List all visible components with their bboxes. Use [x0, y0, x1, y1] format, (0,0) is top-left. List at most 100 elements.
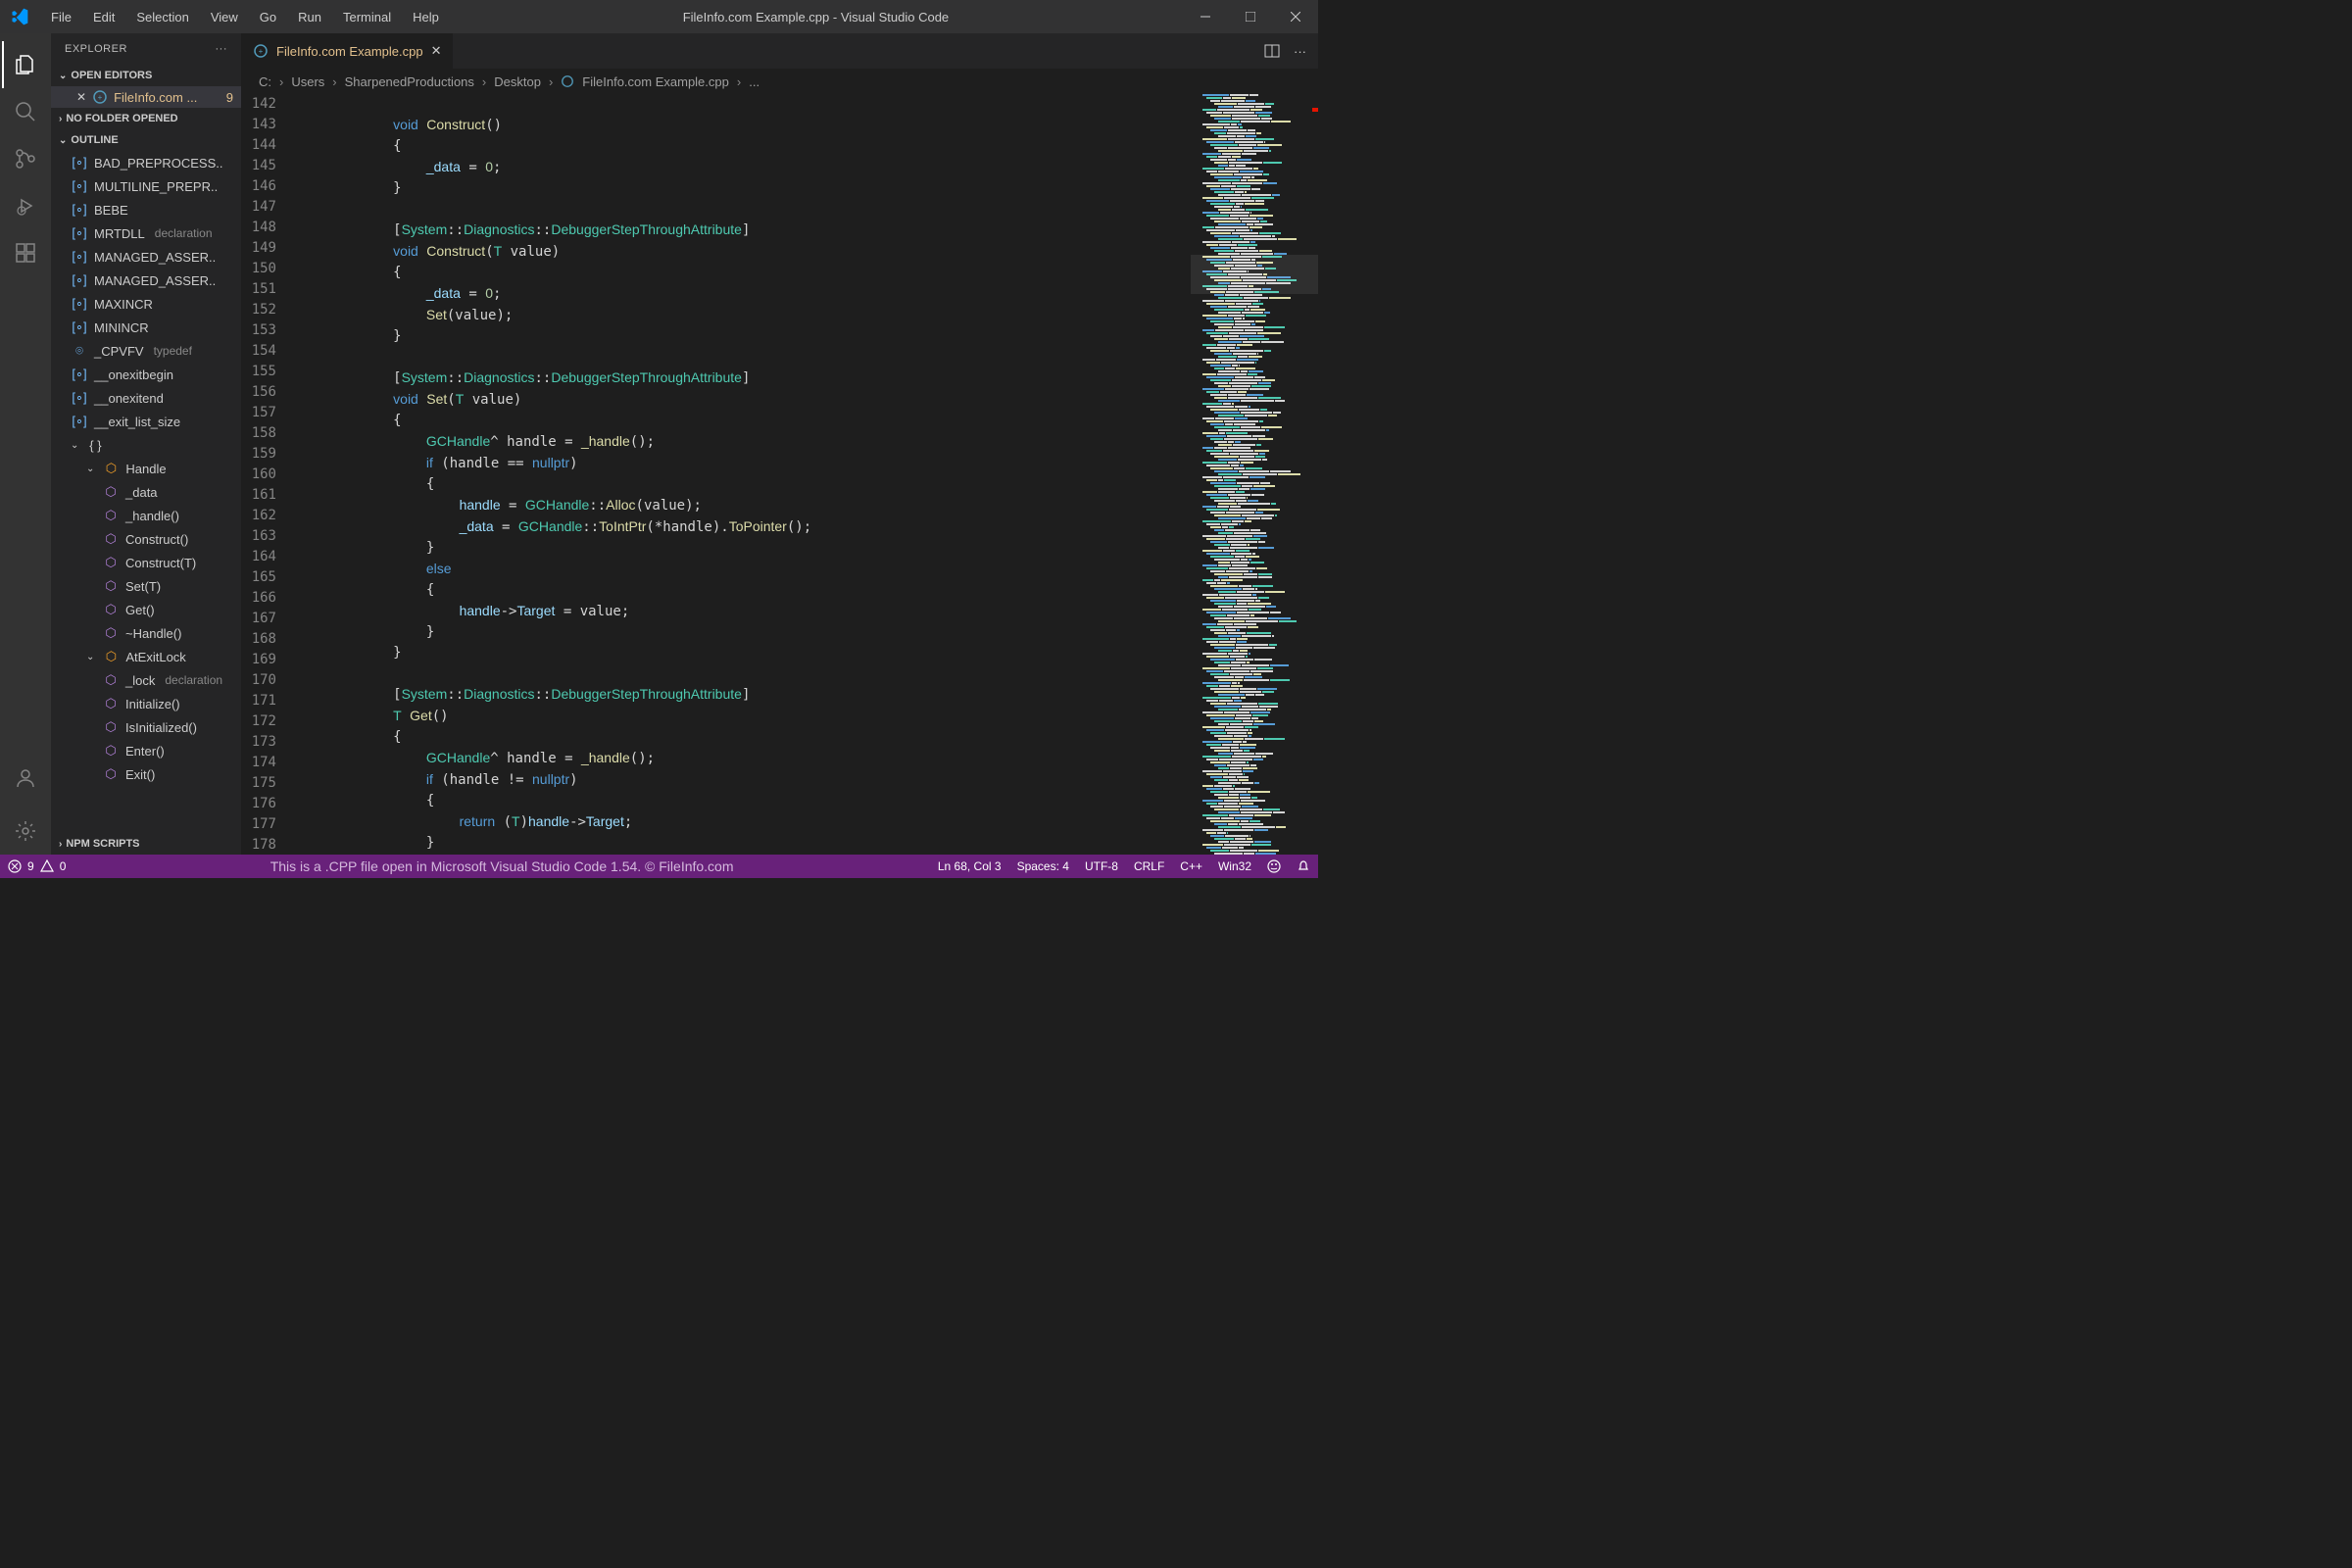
- outline-item[interactable]: ⬡_data: [51, 480, 241, 504]
- menu-help[interactable]: Help: [403, 4, 449, 30]
- menu-terminal[interactable]: Terminal: [333, 4, 401, 30]
- breadcrumb[interactable]: C:› Users› SharpenedProductions› Desktop…: [241, 69, 1318, 94]
- close-icon[interactable]: ✕: [431, 43, 442, 59]
- menu-selection[interactable]: Selection: [126, 4, 198, 30]
- outline-item[interactable]: [∘]MANAGED_ASSER..: [51, 245, 241, 269]
- outline-item[interactable]: [∘]__onexitend: [51, 386, 241, 410]
- maximize-button[interactable]: [1228, 0, 1273, 33]
- outline-item[interactable]: ⌄⬡AtExitLock: [51, 645, 241, 668]
- indent-status[interactable]: Spaces: 4: [1017, 859, 1069, 873]
- open-editor-badge: 9: [226, 90, 233, 105]
- outline-item[interactable]: [∘]__onexitbegin: [51, 363, 241, 386]
- activity-settings[interactable]: [2, 808, 49, 855]
- section-outline[interactable]: ⌄OUTLINE: [51, 129, 241, 151]
- outline-item[interactable]: ⬡_handle(): [51, 504, 241, 527]
- open-editor-file[interactable]: ✕ + FileInfo.com ... 9: [51, 86, 241, 108]
- editor-group: + FileInfo.com Example.cpp ✕ ··· C:› Use…: [241, 33, 1318, 855]
- activity-explorer[interactable]: [2, 41, 49, 88]
- svg-text:+: +: [259, 47, 264, 56]
- explorer-sidebar: EXPLORER ··· ⌄OPEN EDITORS ✕ + FileInfo.…: [51, 33, 241, 855]
- close-icon[interactable]: ✕: [76, 90, 86, 104]
- more-icon[interactable]: ···: [216, 43, 228, 55]
- outline-item[interactable]: [∘]MAXINCR: [51, 292, 241, 316]
- files-icon: [14, 53, 37, 76]
- outline-item[interactable]: ⬡_lockdeclaration: [51, 668, 241, 692]
- chevron-down-icon: ⌄: [59, 71, 67, 81]
- activity-debug[interactable]: [2, 182, 49, 229]
- svg-text:+: +: [98, 93, 103, 102]
- eol-status[interactable]: CRLF: [1134, 859, 1164, 873]
- editor-tab-active[interactable]: + FileInfo.com Example.cpp ✕: [241, 33, 454, 69]
- close-button[interactable]: [1273, 0, 1318, 33]
- outline-item[interactable]: ⬡~Handle(): [51, 621, 241, 645]
- split-editor-icon[interactable]: [1264, 43, 1280, 59]
- outline-item[interactable]: [∘]BAD_PREPROCESS..: [51, 151, 241, 174]
- editor-content[interactable]: 142 143 144 145 146 147 148 149 150 151 …: [241, 94, 1318, 855]
- statusbar: 9 0 This is a .CPP file open in Microsof…: [0, 855, 1318, 878]
- outline-item[interactable]: ⬡Construct(): [51, 527, 241, 551]
- code-content[interactable]: void Construct() { _data = 0; } [System:…: [294, 94, 1191, 855]
- outline-item[interactable]: ⬡Enter(): [51, 739, 241, 762]
- menu-go[interactable]: Go: [250, 4, 286, 30]
- error-icon[interactable]: [8, 859, 22, 873]
- menubar: File Edit Selection View Go Run Terminal…: [41, 4, 449, 30]
- cpp-file-icon: +: [253, 43, 269, 59]
- section-npm-scripts[interactable]: ›NPM SCRIPTS: [51, 833, 241, 855]
- activity-scm[interactable]: [2, 135, 49, 182]
- outline-item[interactable]: ⌄{ }: [51, 433, 241, 457]
- gear-icon: [14, 819, 37, 843]
- debug-icon: [14, 194, 37, 218]
- cpp-file-icon: +: [92, 89, 108, 105]
- editor-tabs: + FileInfo.com Example.cpp ✕ ···: [241, 33, 1318, 69]
- outline-item[interactable]: [∘]__exit_list_size: [51, 410, 241, 433]
- bell-icon[interactable]: [1297, 859, 1310, 873]
- outline-item[interactable]: ⬡Get(): [51, 598, 241, 621]
- window-title: FileInfo.com Example.cpp - Visual Studio…: [449, 10, 1183, 24]
- line-numbers: 142 143 144 145 146 147 148 149 150 151 …: [241, 94, 294, 855]
- activity-search[interactable]: [2, 88, 49, 135]
- activity-account[interactable]: [2, 755, 49, 802]
- activitybar: [0, 33, 51, 855]
- minimap-viewport[interactable]: [1191, 255, 1318, 294]
- outline-item[interactable]: ⬡Set(T): [51, 574, 241, 598]
- feedback-icon[interactable]: [1267, 859, 1281, 873]
- menu-file[interactable]: File: [41, 4, 81, 30]
- minimap-error-marker: [1312, 108, 1318, 112]
- extensions-icon: [14, 241, 37, 265]
- cursor-position[interactable]: Ln 68, Col 3: [938, 859, 1002, 873]
- outline-item[interactable]: [∘]MULTILINE_PREPR..: [51, 174, 241, 198]
- error-count[interactable]: 9: [27, 859, 34, 873]
- outline-item[interactable]: ⬡Initialize(): [51, 692, 241, 715]
- outline-item[interactable]: [∘]MRTDLLdeclaration: [51, 221, 241, 245]
- chevron-right-icon: ›: [59, 839, 62, 850]
- menu-edit[interactable]: Edit: [83, 4, 124, 30]
- source-control-icon: [14, 147, 37, 171]
- minimize-button[interactable]: [1183, 0, 1228, 33]
- more-icon[interactable]: ···: [1294, 44, 1306, 59]
- menu-run[interactable]: Run: [288, 4, 331, 30]
- section-no-folder[interactable]: ›NO FOLDER OPENED: [51, 108, 241, 129]
- activity-extensions[interactable]: [2, 229, 49, 276]
- platform-status[interactable]: Win32: [1218, 859, 1251, 873]
- encoding-status[interactable]: UTF-8: [1085, 859, 1118, 873]
- outline-item[interactable]: ⌄⬡Handle: [51, 457, 241, 480]
- chevron-right-icon: ›: [59, 114, 62, 124]
- menu-view[interactable]: View: [201, 4, 248, 30]
- status-message: This is a .CPP file open in Microsoft Vi…: [66, 858, 937, 874]
- warning-count[interactable]: 0: [60, 859, 67, 873]
- chevron-down-icon: ⌄: [59, 135, 67, 146]
- outline-item[interactable]: ⬡Exit(): [51, 762, 241, 786]
- language-status[interactable]: C++: [1180, 859, 1202, 873]
- section-open-editors[interactable]: ⌄OPEN EDITORS: [51, 65, 241, 86]
- outline-item[interactable]: [∘]MANAGED_ASSER..: [51, 269, 241, 292]
- window-controls: [1183, 0, 1318, 33]
- outline-item[interactable]: [∘]BEBE: [51, 198, 241, 221]
- warning-icon[interactable]: [40, 859, 54, 873]
- outline-item[interactable]: ⬡Construct(T): [51, 551, 241, 574]
- outline-item[interactable]: ⌾_CPVFVtypedef: [51, 339, 241, 363]
- outline-item[interactable]: [∘]MININCR: [51, 316, 241, 339]
- minimap[interactable]: [1191, 94, 1318, 855]
- tab-filename: FileInfo.com Example.cpp: [276, 44, 423, 59]
- outline-item[interactable]: ⬡IsInitialized(): [51, 715, 241, 739]
- explorer-header: EXPLORER ···: [51, 33, 241, 65]
